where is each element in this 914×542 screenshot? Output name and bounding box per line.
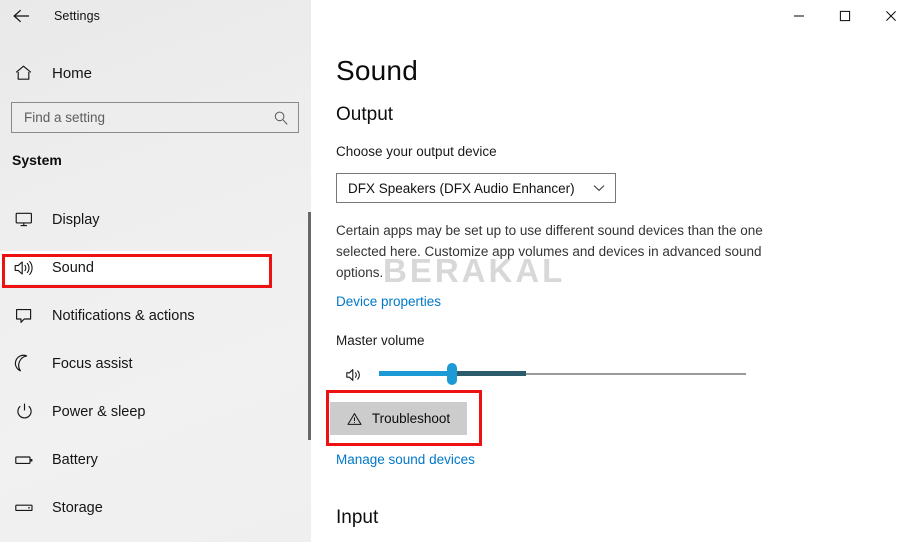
- window-controls: [311, 0, 914, 32]
- sidebar-item-storage-label: Storage: [52, 499, 103, 516]
- volume-speaker-icon[interactable]: [344, 366, 364, 384]
- search-input[interactable]: [24, 110, 272, 125]
- output-description: Certain apps may be set up to use differ…: [336, 223, 763, 280]
- main-content: Sound Output Choose your output device D…: [311, 32, 914, 542]
- sidebar-item-display-label: Display: [52, 211, 100, 228]
- sidebar-nav: Display Sound Notifications & actions Fo…: [0, 203, 300, 539]
- sidebar: Settings Home Syste: [0, 0, 311, 542]
- search-container: [11, 102, 299, 133]
- home-icon: [12, 62, 34, 84]
- search-icon[interactable]: [272, 109, 290, 127]
- sidebar-group-title: System: [12, 152, 62, 168]
- sidebar-item-focus-assist-label: Focus assist: [52, 355, 133, 372]
- warning-triangle-icon: [347, 411, 363, 427]
- back-arrow-icon[interactable]: [0, 0, 44, 32]
- close-button[interactable]: [868, 0, 914, 32]
- output-section-title: Output: [336, 104, 394, 125]
- master-volume-slider[interactable]: [332, 360, 792, 390]
- device-properties-link[interactable]: Device properties: [336, 294, 441, 309]
- sidebar-item-notifications-label: Notifications & actions: [52, 307, 195, 324]
- power-icon: [12, 401, 36, 423]
- sidebar-item-home-label: Home: [52, 64, 93, 82]
- manage-sound-devices-link[interactable]: Manage sound devices: [336, 452, 475, 467]
- notification-icon: [12, 305, 36, 327]
- output-device-label: Choose your output device: [336, 144, 497, 159]
- minimize-button[interactable]: [776, 0, 822, 32]
- slider-thumb[interactable]: [447, 363, 458, 385]
- monitor-icon: [12, 209, 36, 231]
- sidebar-item-sound[interactable]: Sound: [0, 251, 272, 284]
- speaker-icon: [12, 257, 36, 279]
- sidebar-item-display[interactable]: Display: [0, 203, 300, 236]
- chevron-down-icon: [591, 180, 607, 196]
- master-volume-label: Master volume: [336, 333, 425, 348]
- page-title: Sound: [336, 55, 418, 86]
- maximize-button[interactable]: [822, 0, 868, 32]
- moon-icon: [12, 353, 36, 375]
- sidebar-item-battery[interactable]: Battery: [0, 443, 300, 476]
- sidebar-item-storage[interactable]: Storage: [0, 491, 300, 524]
- sidebar-item-home[interactable]: Home: [0, 56, 290, 90]
- sidebar-item-sound-label: Sound: [52, 259, 94, 276]
- app-title: Settings: [54, 9, 100, 23]
- troubleshoot-button[interactable]: Troubleshoot: [330, 402, 467, 435]
- sidebar-item-focus-assist[interactable]: Focus assist: [0, 347, 300, 380]
- output-device-select[interactable]: DFX Speakers (DFX Audio Enhancer): [336, 173, 616, 203]
- titlebar-left: Settings: [0, 0, 311, 32]
- output-device-value: DFX Speakers (DFX Audio Enhancer): [348, 180, 575, 196]
- storage-icon: [12, 497, 36, 519]
- search-box[interactable]: [11, 102, 299, 133]
- sidebar-item-power-sleep-label: Power & sleep: [52, 403, 146, 420]
- slider-fill: [379, 371, 453, 376]
- input-section-title: Input: [336, 507, 379, 528]
- settings-window: Settings Home Syste: [0, 0, 914, 542]
- troubleshoot-button-label: Troubleshoot: [371, 411, 451, 426]
- sidebar-item-battery-label: Battery: [52, 451, 98, 468]
- battery-icon: [12, 449, 36, 471]
- sidebar-item-notifications[interactable]: Notifications & actions: [0, 299, 300, 332]
- sidebar-item-power-sleep[interactable]: Power & sleep: [0, 395, 300, 428]
